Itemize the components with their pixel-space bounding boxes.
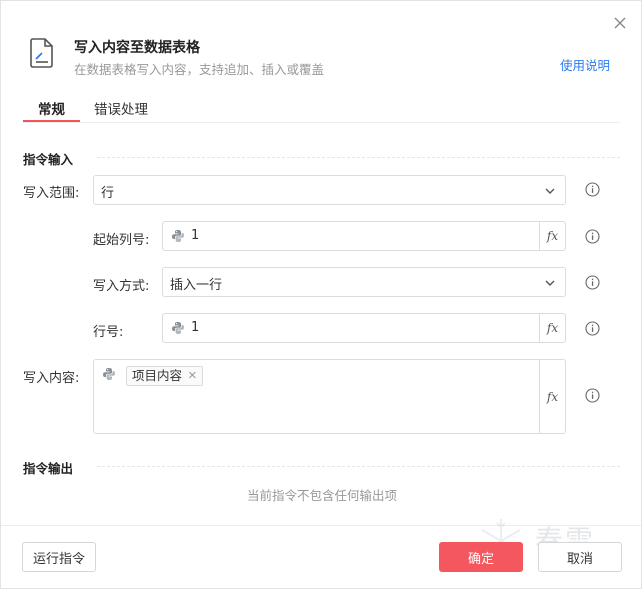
output-section-title: 指令输出 (23, 461, 74, 476)
content-tag-label: 项目内容 (132, 368, 183, 383)
python-icon (103, 368, 115, 380)
write-mode-label: 写入方式: (93, 279, 150, 294)
row-number-label: 行号: (93, 325, 124, 340)
formula-button[interactable]: fx (539, 222, 565, 250)
tab-bar: 常规 错误处理 (23, 91, 620, 123)
content-tag[interactable]: 项目内容 ✕ (126, 366, 204, 386)
document-edit-icon (30, 38, 53, 68)
chevron-down-icon (545, 188, 555, 194)
info-icon[interactable] (585, 321, 600, 336)
dialog-title: 写入内容至数据表格 (74, 40, 200, 56)
write-mode-value: 插入一行 (170, 278, 223, 293)
tab-general[interactable]: 常规 (38, 98, 65, 118)
content-label: 写入内容: (23, 371, 80, 386)
tab-error-handling[interactable]: 错误处理 (94, 98, 148, 118)
chevron-down-icon (545, 280, 555, 286)
dialog: 写入内容至数据表格 在数据表格写入内容，支持追加、插入或覆盖 使用说明 常规 错… (0, 0, 642, 589)
write-mode-select[interactable]: 插入一行 (162, 267, 566, 297)
content-input[interactable]: 项目内容 ✕ fx (93, 359, 566, 434)
close-icon[interactable] (610, 13, 630, 33)
start-column-value: 1 (191, 228, 200, 243)
python-icon (172, 230, 184, 242)
write-range-select[interactable]: 行 (93, 175, 566, 205)
empty-output-text: 当前指令不包含任何输出项 (246, 488, 397, 503)
formula-button[interactable]: fx (539, 360, 565, 433)
row-number-input[interactable]: 1 fx (162, 313, 566, 343)
info-icon[interactable] (585, 182, 600, 197)
start-column-label: 起始列号: (93, 233, 150, 248)
cancel-button[interactable]: 取消 (538, 542, 622, 572)
info-icon[interactable] (585, 275, 600, 290)
active-tab-indicator (23, 120, 80, 122)
run-instruction-button[interactable]: 运行指令 (22, 542, 96, 572)
write-range-value: 行 (101, 186, 115, 201)
python-icon (172, 322, 184, 334)
remove-tag-icon[interactable]: ✕ (188, 367, 197, 385)
formula-button[interactable]: fx (539, 314, 565, 342)
info-icon[interactable] (585, 388, 600, 403)
divider (97, 466, 620, 467)
info-icon[interactable] (585, 229, 600, 244)
help-link[interactable]: 使用说明 (560, 55, 610, 74)
dialog-subtitle: 在数据表格写入内容，支持追加、插入或覆盖 (74, 62, 325, 77)
input-section-title: 指令输入 (23, 152, 74, 167)
row-number-value: 1 (191, 320, 200, 335)
confirm-button[interactable]: 确定 (439, 542, 523, 572)
start-column-input[interactable]: 1 fx (162, 221, 566, 251)
divider (97, 157, 620, 158)
write-range-label: 写入范围: (23, 186, 80, 201)
